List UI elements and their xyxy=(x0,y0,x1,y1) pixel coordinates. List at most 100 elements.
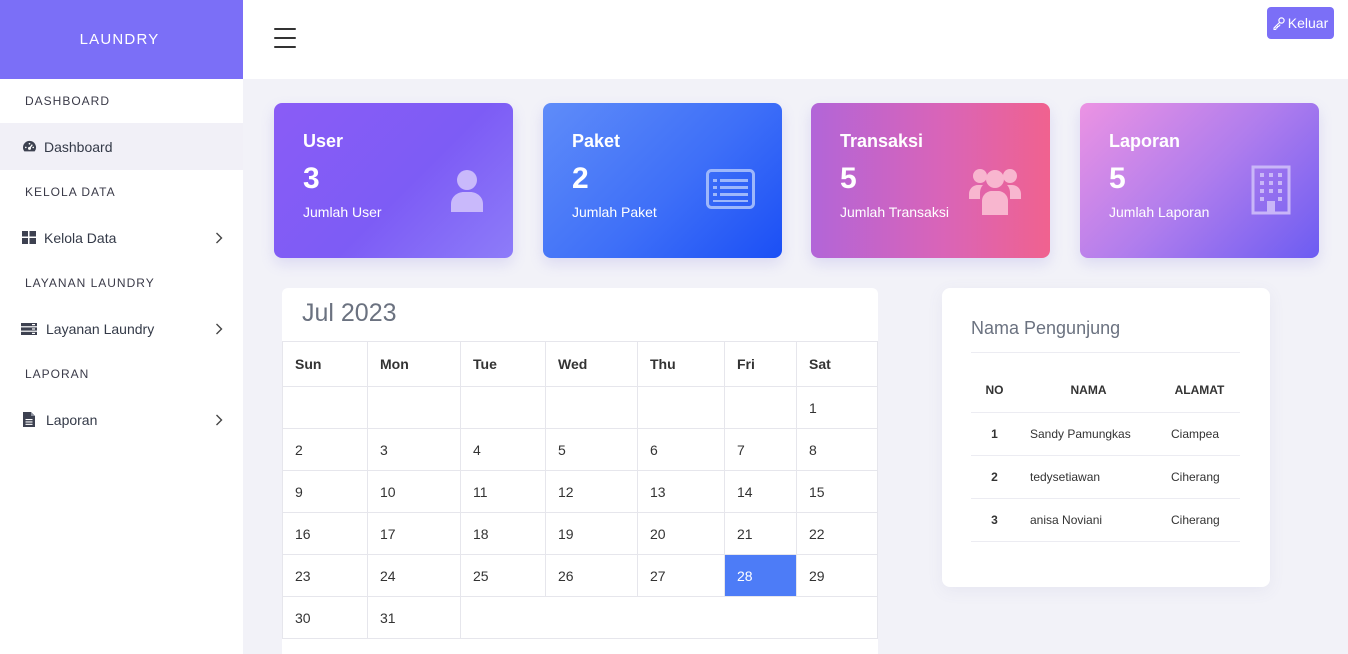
card-transaksi[interactable]: Transaksi 5 Jumlah Transaksi xyxy=(811,103,1050,258)
calendar-day[interactable]: 4 xyxy=(461,429,546,471)
column-header-no: NO xyxy=(971,368,1018,413)
chevron-right-icon xyxy=(215,413,225,427)
calendar-empty-cell xyxy=(461,597,878,639)
calendar-day[interactable]: 21 xyxy=(725,513,797,555)
calendar-day[interactable]: 9 xyxy=(282,471,368,513)
weekday-header: Thu xyxy=(638,341,725,387)
calendar-day[interactable]: 19 xyxy=(546,513,638,555)
cell-alamat: Ciampea xyxy=(1159,412,1240,456)
calendar-day[interactable]: 2 xyxy=(282,429,368,471)
calendar-day[interactable]: 8 xyxy=(797,429,878,471)
dashboard-icon xyxy=(20,138,38,156)
menu-toggle-icon[interactable] xyxy=(274,28,296,48)
calendar-day[interactable]: 10 xyxy=(368,471,461,513)
sidebar-item-dashboard[interactable]: Dashboard xyxy=(0,123,243,170)
section-heading-kelola-data: KELOLA DATA xyxy=(25,185,116,199)
sidebar-item-laporan[interactable]: Laporan xyxy=(0,396,243,443)
card-laporan[interactable]: Laporan 5 Jumlah Laporan xyxy=(1080,103,1319,258)
calendar-weekday-row: Sun Mon Tue Wed Thu Fri Sat xyxy=(282,341,878,387)
cell-no: 1 xyxy=(971,412,1018,456)
calendar-day[interactable]: 23 xyxy=(282,555,368,597)
weekday-header: Fri xyxy=(725,341,797,387)
calendar-title: Jul 2023 xyxy=(302,299,397,327)
calendar-day[interactable]: 15 xyxy=(797,471,878,513)
cell-alamat: Ciherang xyxy=(1159,455,1240,499)
sidebar-item-label: Laporan xyxy=(46,411,98,428)
calendar-day[interactable]: 24 xyxy=(368,555,461,597)
card-title: Transaksi xyxy=(840,131,924,151)
calendar-day[interactable] xyxy=(546,387,638,429)
column-header-nama: NAMA xyxy=(1018,368,1159,413)
sidebar-item-label: Layanan Laundry xyxy=(46,320,155,337)
section-heading-laporan: LAPORAN xyxy=(25,367,90,381)
calendar-day[interactable]: 30 xyxy=(282,597,368,639)
visitors-panel: Nama Pengunjung NO NAMA ALAMAT 1 Sandy P… xyxy=(942,288,1270,587)
brand-logo[interactable]: LAUNDRY xyxy=(0,0,243,79)
calendar-day[interactable]: 6 xyxy=(638,429,725,471)
calendar-day[interactable]: 31 xyxy=(368,597,461,639)
calendar-day[interactable]: 11 xyxy=(461,471,546,513)
calendar-day[interactable]: 22 xyxy=(797,513,878,555)
calendar-week-row: 23 24 25 26 27 28 29 xyxy=(282,555,878,597)
calendar-week-row: 30 31 xyxy=(282,597,878,639)
calendar-day[interactable]: 5 xyxy=(546,429,638,471)
users-icon xyxy=(968,165,1022,220)
calendar-day[interactable]: 25 xyxy=(461,555,546,597)
weekday-header: Tue xyxy=(461,341,546,387)
sidebar-item-label: Kelola Data xyxy=(44,229,117,246)
sidebar-item-kelola-data[interactable]: Kelola Data xyxy=(0,214,243,261)
card-title: Paket xyxy=(572,131,621,151)
calendar-week-row: 2 3 4 5 6 7 8 xyxy=(282,429,878,471)
calendar-day[interactable]: 16 xyxy=(282,513,368,555)
calendar-day[interactable]: 3 xyxy=(368,429,461,471)
logout-label: Keluar xyxy=(1287,15,1329,31)
column-header-alamat: ALAMAT xyxy=(1159,368,1240,413)
calendar-day[interactable]: 13 xyxy=(638,471,725,513)
calendar-week-row: 1 xyxy=(282,387,878,429)
calendar-day[interactable] xyxy=(638,387,725,429)
grid-icon xyxy=(20,229,38,247)
sidebar-item-layanan-laundry[interactable]: Layanan Laundry xyxy=(0,305,243,352)
card-title: User xyxy=(303,131,344,151)
visitors-title: Nama Pengunjung xyxy=(971,318,1121,338)
logout-button[interactable]: Keluar xyxy=(1267,7,1334,39)
calendar-day[interactable]: 26 xyxy=(546,555,638,597)
calendar-day[interactable]: 17 xyxy=(368,513,461,555)
list-icon xyxy=(706,169,755,214)
calendar-day[interactable]: 29 xyxy=(797,555,878,597)
calendar-day[interactable]: 7 xyxy=(725,429,797,471)
key-icon xyxy=(1273,16,1285,30)
section-heading-dashboard: DASHBOARD xyxy=(25,94,111,108)
user-icon xyxy=(449,169,485,217)
document-icon xyxy=(20,411,38,429)
table-row: 1 Sandy Pamungkas Ciampea xyxy=(971,412,1240,456)
section-heading-layanan-laundry: LAYANAN LAUNDRY xyxy=(25,276,155,290)
cell-nama: anisa Noviani xyxy=(1018,498,1159,542)
card-user[interactable]: User 3 Jumlah User xyxy=(274,103,513,258)
calendar-day[interactable] xyxy=(725,387,797,429)
card-paket[interactable]: Paket 2 Jumlah Paket xyxy=(543,103,782,258)
calendar-day-today[interactable]: 28 xyxy=(725,555,797,597)
calendar-day[interactable] xyxy=(461,387,546,429)
calendar-day[interactable] xyxy=(368,387,461,429)
calendar-day[interactable] xyxy=(282,387,368,429)
weekday-header: Wed xyxy=(546,341,638,387)
calendar-week-row: 9 10 11 12 13 14 15 xyxy=(282,471,878,513)
calendar-day[interactable]: 12 xyxy=(546,471,638,513)
calendar-day[interactable]: 18 xyxy=(461,513,546,555)
calendar-day[interactable]: 1 xyxy=(797,387,878,429)
weekday-header: Sun xyxy=(282,341,368,387)
calendar-day[interactable]: 14 xyxy=(725,471,797,513)
server-icon xyxy=(20,320,38,338)
calendar: Jul 2023 Sun Mon Tue Wed Thu Fri Sat 1 2… xyxy=(282,288,878,654)
calendar-day[interactable]: 27 xyxy=(638,555,725,597)
calendar-day[interactable]: 20 xyxy=(638,513,725,555)
cell-no: 3 xyxy=(971,498,1018,542)
sidebar: LAUNDRY DASHBOARD Dashboard KELOLA DATA … xyxy=(0,0,243,654)
table-row: 3 anisa Noviani Ciherang xyxy=(971,498,1240,542)
building-icon xyxy=(1251,165,1291,220)
cell-nama: Sandy Pamungkas xyxy=(1018,412,1159,456)
weekday-header: Sat xyxy=(797,341,878,387)
calendar-week-row: 16 17 18 19 20 21 22 xyxy=(282,513,878,555)
divider xyxy=(971,352,1240,353)
